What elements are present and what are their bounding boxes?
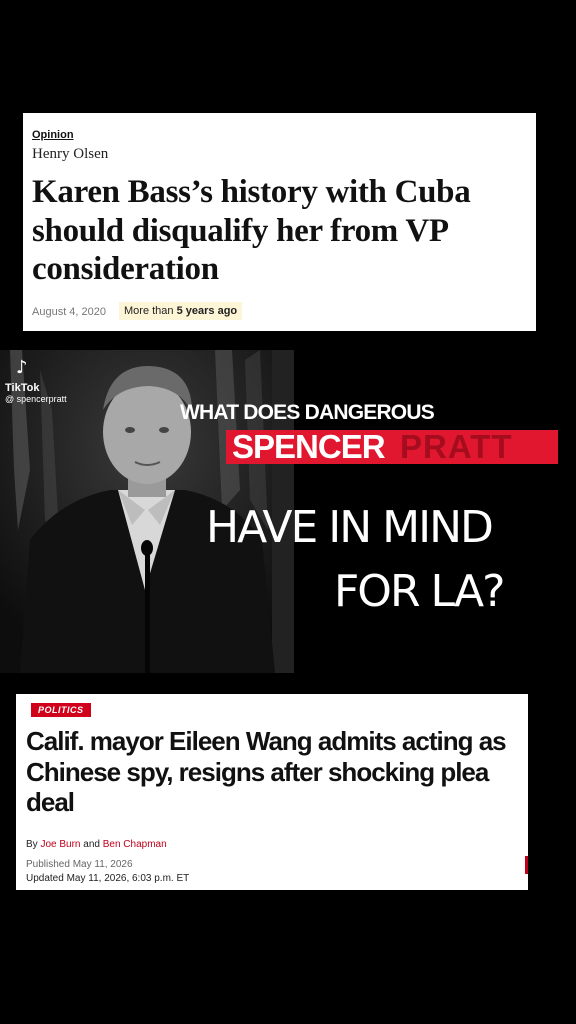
byline-prefix: By xyxy=(26,839,41,850)
age-badge-value: 5 years ago xyxy=(176,305,238,317)
category-tag[interactable]: POLITICS xyxy=(31,703,91,717)
edge-marker xyxy=(525,856,528,874)
overlay-line-3: HAVE IN MIND xyxy=(206,502,494,553)
overlay-last-name: PRATT xyxy=(400,428,513,465)
section-label[interactable]: Opinion xyxy=(32,129,74,141)
overlay-first-name: SPENCER xyxy=(232,428,386,465)
overlay-line-4: FOR LA? xyxy=(334,566,505,617)
tiktok-brand: TikTok xyxy=(5,382,40,394)
author-name[interactable]: Henry Olsen xyxy=(32,146,108,163)
tiktok-handle: @ spencerpratt xyxy=(5,394,67,404)
publish-date: August 4, 2020 xyxy=(32,306,107,318)
age-badge: More than 5 years ago xyxy=(119,302,243,320)
article-headline[interactable]: Karen Bass’s history with Cuba should di… xyxy=(32,173,532,289)
overlay-name-banner: SPENCER PRATT xyxy=(226,428,558,465)
byline-and: and xyxy=(80,839,103,850)
published-date: Published May 11, 2026 xyxy=(26,859,133,870)
article-headline[interactable]: Calif. mayor Eileen Wang admits acting a… xyxy=(26,726,526,818)
byline: By Joe Burn and Ben Chapman xyxy=(26,839,167,850)
author-link-1[interactable]: Joe Burn xyxy=(40,839,80,850)
opinion-article-card[interactable]: Opinion Henry Olsen Karen Bass’s history… xyxy=(23,113,536,331)
author-link-2[interactable]: Ben Chapman xyxy=(103,839,167,850)
overlay-line-1: What does dangerous xyxy=(180,401,435,424)
tiktok-logo-icon: ♪ xyxy=(16,357,28,378)
updated-date: Updated May 11, 2026, 6:03 p.m. ET xyxy=(26,873,190,884)
news-article-card[interactable]: POLITICS Calif. mayor Eileen Wang admits… xyxy=(16,694,528,890)
age-badge-prefix: More than xyxy=(124,305,177,317)
